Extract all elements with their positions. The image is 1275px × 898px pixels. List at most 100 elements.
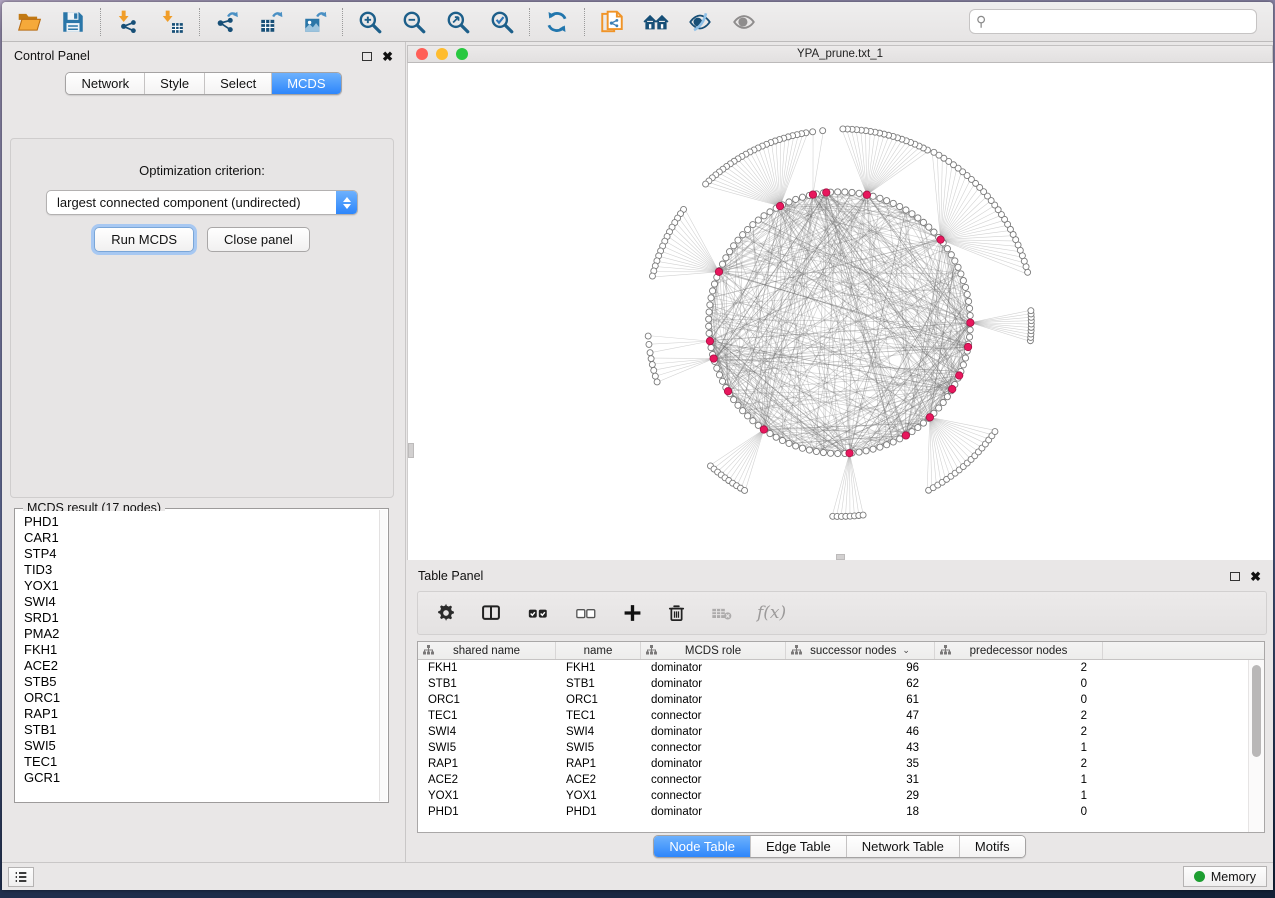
close-table-panel-icon[interactable]: ✖ (1250, 570, 1261, 583)
graph-node[interactable] (863, 191, 870, 198)
cell-shared_name[interactable]: STB1 (418, 678, 556, 690)
mcds-result-item[interactable]: RAP1 (24, 706, 379, 722)
cell-predecessor_nodes[interactable]: 0 (935, 806, 1103, 818)
table-row[interactable]: TEC1TEC1connector472 (418, 708, 1264, 724)
graph-node[interactable] (860, 512, 866, 518)
graph-node[interactable] (909, 211, 915, 217)
cell-name[interactable]: YOX1 (556, 790, 641, 802)
cell-mcds_role[interactable]: dominator (641, 662, 786, 674)
cell-shared_name[interactable]: ACE2 (418, 774, 556, 786)
graph-node[interactable] (960, 362, 966, 368)
run-mcds-button[interactable]: Run MCDS (94, 227, 194, 252)
mcds-result-item[interactable]: ACE2 (24, 658, 379, 674)
cell-name[interactable]: ACE2 (556, 774, 641, 786)
deselect-all-icon[interactable] (574, 603, 598, 623)
cell-mcds_role[interactable]: dominator (641, 726, 786, 738)
graph-node[interactable] (956, 372, 963, 379)
graph-node[interactable] (903, 207, 909, 213)
cell-name[interactable]: RAP1 (556, 758, 641, 770)
column-header-shared-name[interactable]: shared name (418, 642, 556, 659)
export-network-icon[interactable] (212, 7, 242, 37)
tab-select[interactable]: Select (205, 73, 272, 94)
graph-node[interactable] (745, 413, 751, 419)
export-image-icon[interactable] (300, 7, 330, 37)
cell-predecessor_nodes[interactable]: 2 (935, 758, 1103, 770)
cell-name[interactable]: ORC1 (556, 694, 641, 706)
graph-node[interactable] (840, 126, 846, 132)
graph-node[interactable] (708, 344, 714, 350)
graph-node[interactable] (965, 298, 971, 304)
cell-shared_name[interactable]: TEC1 (418, 710, 556, 722)
table-scrollbar[interactable] (1248, 660, 1264, 832)
graph-node[interactable] (915, 424, 921, 430)
graph-node[interactable] (967, 319, 974, 326)
graph-node[interactable] (948, 252, 954, 258)
graph-node[interactable] (654, 379, 660, 385)
graph-node[interactable] (710, 355, 717, 362)
graph-node[interactable] (966, 305, 972, 311)
graph-node[interactable] (877, 195, 883, 201)
cell-shared_name[interactable]: ORC1 (418, 694, 556, 706)
column-header-name[interactable]: name (556, 642, 641, 659)
graph-node[interactable] (820, 128, 826, 134)
graph-node[interactable] (647, 350, 653, 356)
graph-node[interactable] (742, 487, 748, 493)
graph-node[interactable] (786, 199, 792, 205)
cell-predecessor_nodes[interactable]: 2 (935, 726, 1103, 738)
graph-node[interactable] (703, 181, 709, 187)
mcds-result-item[interactable]: CAR1 (24, 530, 379, 546)
table-row[interactable]: STB1STB1dominator620 (418, 676, 1264, 692)
share-document-icon[interactable] (597, 7, 627, 37)
float-table-panel-icon[interactable] (1230, 572, 1240, 581)
graph-node[interactable] (909, 429, 915, 435)
cell-mcds_role[interactable]: connector (641, 790, 786, 802)
network-horizontal-scroll-thumb[interactable] (836, 554, 845, 560)
mcds-list-scrollbar[interactable] (379, 510, 387, 801)
cell-mcds_role[interactable]: connector (641, 742, 786, 754)
tab-edge-table[interactable]: Edge Table (751, 836, 847, 857)
graph-node[interactable] (723, 255, 729, 261)
graph-node[interactable] (714, 365, 720, 371)
close-panel-button[interactable]: Close panel (207, 227, 310, 252)
graph-node[interactable] (706, 316, 712, 322)
cell-successor_nodes[interactable]: 96 (786, 662, 935, 674)
mcds-result-item[interactable]: STP4 (24, 546, 379, 562)
refresh-icon[interactable] (542, 7, 572, 37)
cell-predecessor_nodes[interactable]: 2 (935, 710, 1103, 722)
graph-node[interactable] (711, 281, 717, 287)
graph-node[interactable] (902, 432, 909, 439)
add-column-icon[interactable] (622, 603, 643, 623)
mcds-result-item[interactable]: PHD1 (24, 514, 379, 530)
tab-mcds[interactable]: MCDS (272, 73, 340, 94)
cell-successor_nodes[interactable]: 18 (786, 806, 935, 818)
column-header-MCDS-role[interactable]: MCDS role (641, 642, 786, 659)
task-history-button[interactable] (8, 867, 34, 887)
cell-predecessor_nodes[interactable]: 1 (935, 774, 1103, 786)
graph-node[interactable] (890, 200, 896, 206)
zoom-fit-icon[interactable] (443, 7, 473, 37)
criterion-dropdown[interactable]: largest connected component (undirected) (46, 190, 358, 215)
graph-node[interactable] (779, 437, 785, 443)
cell-predecessor_nodes[interactable]: 0 (935, 678, 1103, 690)
cell-successor_nodes[interactable]: 35 (786, 758, 935, 770)
tab-network-table[interactable]: Network Table (847, 836, 960, 857)
graph-node[interactable] (716, 372, 722, 378)
mcds-result-item[interactable]: YOX1 (24, 578, 379, 594)
graph-node[interactable] (731, 397, 737, 403)
graph-node[interactable] (793, 443, 799, 449)
graph-node[interactable] (936, 405, 942, 411)
close-panel-icon[interactable]: ✖ (382, 50, 393, 63)
column-header-predecessor-nodes[interactable]: predecessor nodes (935, 642, 1103, 659)
table-row[interactable]: PHD1PHD1dominator180 (418, 804, 1264, 820)
graph-node[interactable] (726, 249, 732, 255)
cell-successor_nodes[interactable]: 61 (786, 694, 935, 706)
cell-mcds_role[interactable]: dominator (641, 694, 786, 706)
graph-node[interactable] (926, 414, 933, 421)
cell-name[interactable]: PHD1 (556, 806, 641, 818)
table-row[interactable]: SWI5SWI5connector431 (418, 740, 1264, 756)
graph-node[interactable] (992, 429, 998, 435)
mcds-result-item[interactable]: GCR1 (24, 770, 379, 786)
graph-node[interactable] (915, 215, 921, 221)
graph-node[interactable] (937, 236, 944, 243)
cell-name[interactable]: STB1 (556, 678, 641, 690)
